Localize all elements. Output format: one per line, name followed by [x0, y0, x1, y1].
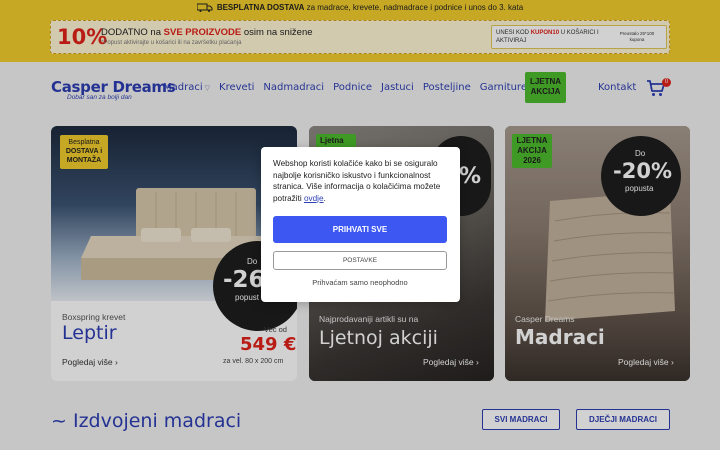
accept-necessary-link[interactable]: Prihvaćam samo neophodno: [273, 278, 447, 287]
cookie-consent-dialog: Webshop koristi kolačiće kako bi se osig…: [261, 147, 460, 302]
cookie-message: Webshop koristi kolačiće kako bi se osig…: [273, 159, 441, 203]
cookie-info-link[interactable]: ovdje: [304, 194, 324, 203]
cookie-settings-button[interactable]: POSTAVKE: [273, 251, 447, 270]
accept-all-button[interactable]: PRIHVATI SVE: [273, 216, 447, 243]
